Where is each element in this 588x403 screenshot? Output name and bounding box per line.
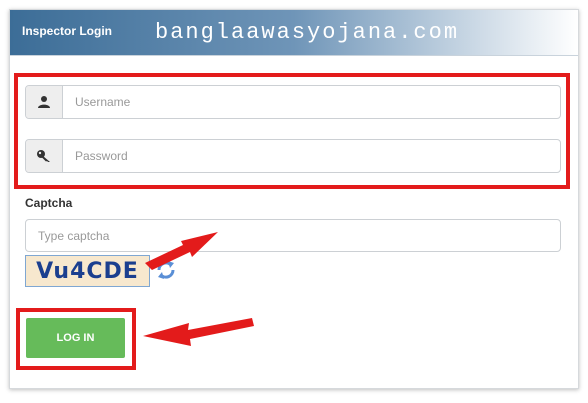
password-input[interactable] (63, 140, 560, 172)
password-group (25, 139, 561, 173)
username-input[interactable] (63, 86, 560, 118)
captcha-image: Vu4CDE (25, 255, 150, 287)
captcha-code: Vu4CDE (36, 258, 139, 284)
user-icon (26, 86, 63, 118)
key-icon (26, 140, 63, 172)
refresh-icon[interactable] (154, 258, 178, 282)
login-button[interactable]: LOG IN (26, 318, 125, 358)
watermark-text: banglaawasyojana.com (155, 20, 460, 45)
username-group (25, 85, 561, 119)
panel-title: Inspector Login (22, 24, 112, 38)
panel-header: Inspector Login banglaawasyojana.com (10, 10, 578, 56)
captcha-input[interactable] (25, 219, 561, 252)
captcha-label: Captcha (25, 196, 73, 210)
